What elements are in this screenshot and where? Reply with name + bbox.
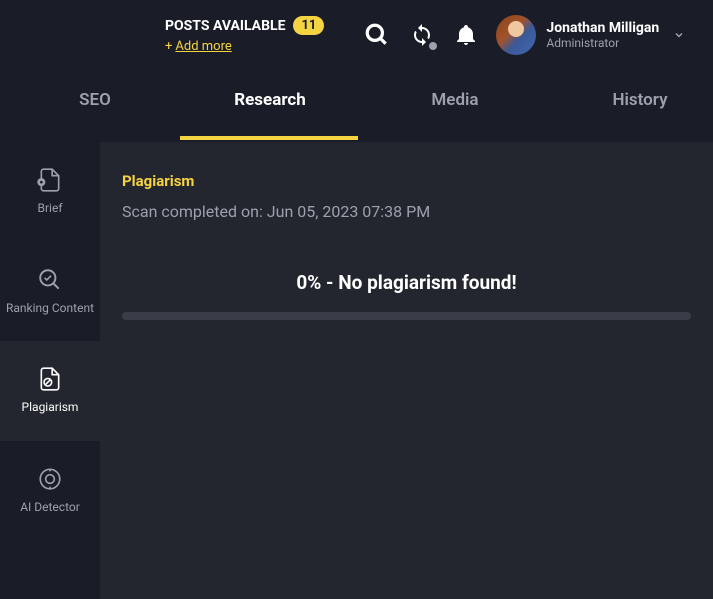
sidebar-label-ranking: Ranking Content [6, 301, 94, 317]
sidebar-item-plagiarism[interactable]: Plagiarism [0, 341, 100, 441]
progress-bar [122, 312, 691, 320]
sidebar-item-ai-detector[interactable]: AI Detector [0, 441, 100, 541]
search-icon[interactable] [364, 22, 390, 48]
sidebar-label-ai-detector: AI Detector [20, 500, 80, 516]
tabs: SEO Research Media History [0, 70, 713, 130]
sidebar-label-brief: Brief [38, 201, 63, 217]
posts-available: POSTS AVAILABLE 11 + Add more [165, 16, 324, 54]
add-more-label: Add more [175, 39, 231, 54]
posts-count-badge: 11 [293, 16, 324, 35]
tab-media[interactable]: Media [425, 72, 485, 128]
avatar [496, 15, 536, 55]
add-more-link[interactable]: + Add more [165, 39, 324, 54]
page-title: Plagiarism [122, 172, 691, 190]
user-role: Administrator [546, 36, 659, 50]
sidebar: Brief Ranking Content [0, 142, 100, 599]
sidebar-label-plagiarism: Plagiarism [22, 400, 79, 416]
scan-label: Scan completed on: [122, 202, 267, 221]
chevron-down-icon [673, 26, 685, 45]
sidebar-item-brief[interactable]: Brief [0, 142, 100, 242]
result-text: 0% - No plagiarism found! [122, 271, 691, 294]
sidebar-item-ranking[interactable]: Ranking Content [0, 242, 100, 342]
header: POSTS AVAILABLE 11 + Add more [0, 0, 713, 70]
plus-icon: + [165, 39, 172, 54]
ranking-icon [37, 267, 63, 293]
tab-research[interactable]: Research [225, 72, 315, 128]
refresh-status-dot [429, 42, 437, 50]
tab-history[interactable]: History [605, 72, 675, 128]
posts-available-label: POSTS AVAILABLE [165, 18, 285, 34]
scan-date: Jun 05, 2023 07:38 PM [267, 202, 430, 221]
scan-info: Scan completed on: Jun 05, 2023 07:38 PM [122, 202, 691, 221]
tab-seo[interactable]: SEO [75, 72, 115, 128]
brief-icon [37, 167, 63, 193]
user-name: Jonathan Milligan [546, 20, 659, 36]
main-panel: Plagiarism Scan completed on: Jun 05, 20… [100, 142, 713, 599]
user-menu[interactable]: Jonathan Milligan Administrator [496, 15, 685, 55]
ai-detector-icon [37, 466, 63, 492]
refresh-icon[interactable] [410, 23, 434, 47]
plagiarism-icon [37, 366, 63, 392]
bell-icon[interactable] [454, 23, 478, 47]
